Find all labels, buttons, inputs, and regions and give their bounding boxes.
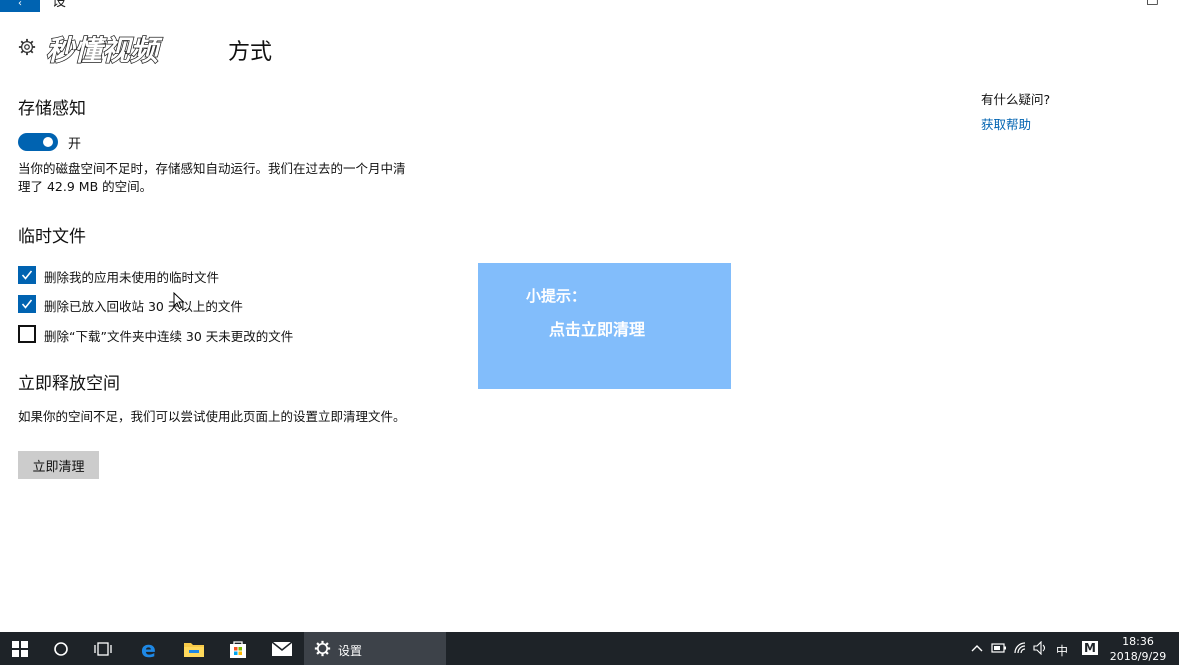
checkbox-checked[interactable] [18, 295, 36, 313]
task-view-icon [94, 641, 112, 656]
task-view-button[interactable] [86, 632, 120, 665]
checkbox-checked[interactable] [18, 266, 36, 284]
back-button[interactable]: ‹ [0, 0, 40, 12]
option-label: 删除“下载”文件夹中连续 30 天未更改的文件 [44, 329, 294, 344]
storage-sense-heading: 存储感知 [18, 99, 86, 119]
option-label: 删除我的应用未使用的临时文件 [44, 270, 220, 285]
battery-plug-icon[interactable] [991, 641, 1007, 655]
storage-sense-toggle[interactable] [18, 133, 58, 151]
clean-now-button[interactable]: 立即清理 [18, 451, 99, 479]
svg-text:e: e [141, 638, 156, 660]
storage-sense-description: 当你的磁盘空间不足时，存储感知自动运行。我们在过去的一个月中清理了 42.9 M… [18, 161, 406, 194]
watermark-logo: 秒懂视频 [45, 33, 164, 68]
search-button[interactable] [44, 632, 78, 665]
store-button[interactable] [220, 632, 256, 665]
gear-icon [18, 38, 36, 56]
tip-title: 小提示： [526, 287, 587, 305]
start-button[interactable] [0, 632, 40, 665]
temp-files-heading: 临时文件 [18, 227, 86, 247]
title-bar: ‹ 设 □ [0, 0, 1179, 12]
checkbox-unchecked[interactable] [18, 325, 36, 343]
ime-language-indicator[interactable]: 中 [1056, 642, 1068, 659]
clock-date: 2018/9/29 [1109, 650, 1167, 663]
page-title: 方式 [228, 40, 273, 65]
file-explorer-button[interactable] [176, 632, 212, 665]
clock-time: 18:36 [1122, 635, 1154, 648]
taskbar: e 设置 中 M 18:36 2018/9/29 [0, 632, 1179, 665]
edge-browser-button[interactable]: e [132, 632, 168, 665]
toggle-knob [43, 137, 53, 147]
folder-icon [184, 642, 204, 657]
chevron-up-icon[interactable] [970, 643, 984, 653]
volume-icon[interactable] [1033, 641, 1049, 655]
mail-button[interactable] [264, 632, 300, 665]
edge-icon: e [141, 638, 156, 660]
help-question: 有什么疑问? [981, 92, 1051, 107]
window-control-fragment[interactable]: □ [1146, 0, 1159, 7]
storage-sense-toggle-label: 开 [68, 137, 82, 152]
gear-icon [314, 640, 331, 657]
mouse-cursor-icon [173, 292, 185, 310]
tip-overlay: 小提示： 点击立即清理 [478, 263, 731, 389]
store-bag-icon [230, 640, 246, 658]
windows-logo-icon [12, 640, 28, 657]
wifi-icon[interactable] [1013, 641, 1029, 655]
cortana-icon [54, 641, 68, 656]
svg-text:秒懂视频: 秒懂视频 [46, 34, 163, 67]
option-label: 删除已放入回收站 30 天以上的文件 [44, 299, 243, 314]
free-space-description: 如果你的空间不足，我们可以尝试使用此页面上的设置立即清理文件。 [18, 409, 406, 424]
get-help-link[interactable]: 获取帮助 [981, 114, 1031, 133]
checkmark-icon [21, 270, 33, 280]
mail-icon [271, 640, 293, 656]
ime-mode-indicator[interactable]: M [1082, 641, 1098, 655]
settings-taskbar-button[interactable]: 设置 [304, 632, 446, 665]
window-title-fragment: 设 [52, 0, 66, 10]
system-clock[interactable]: 18:36 2018/9/29 [1108, 634, 1168, 664]
checkmark-icon [21, 299, 33, 309]
settings-taskbar-label: 设置 [338, 644, 363, 658]
tip-text: 点击立即清理 [549, 320, 646, 339]
free-space-heading: 立即释放空间 [18, 374, 120, 394]
